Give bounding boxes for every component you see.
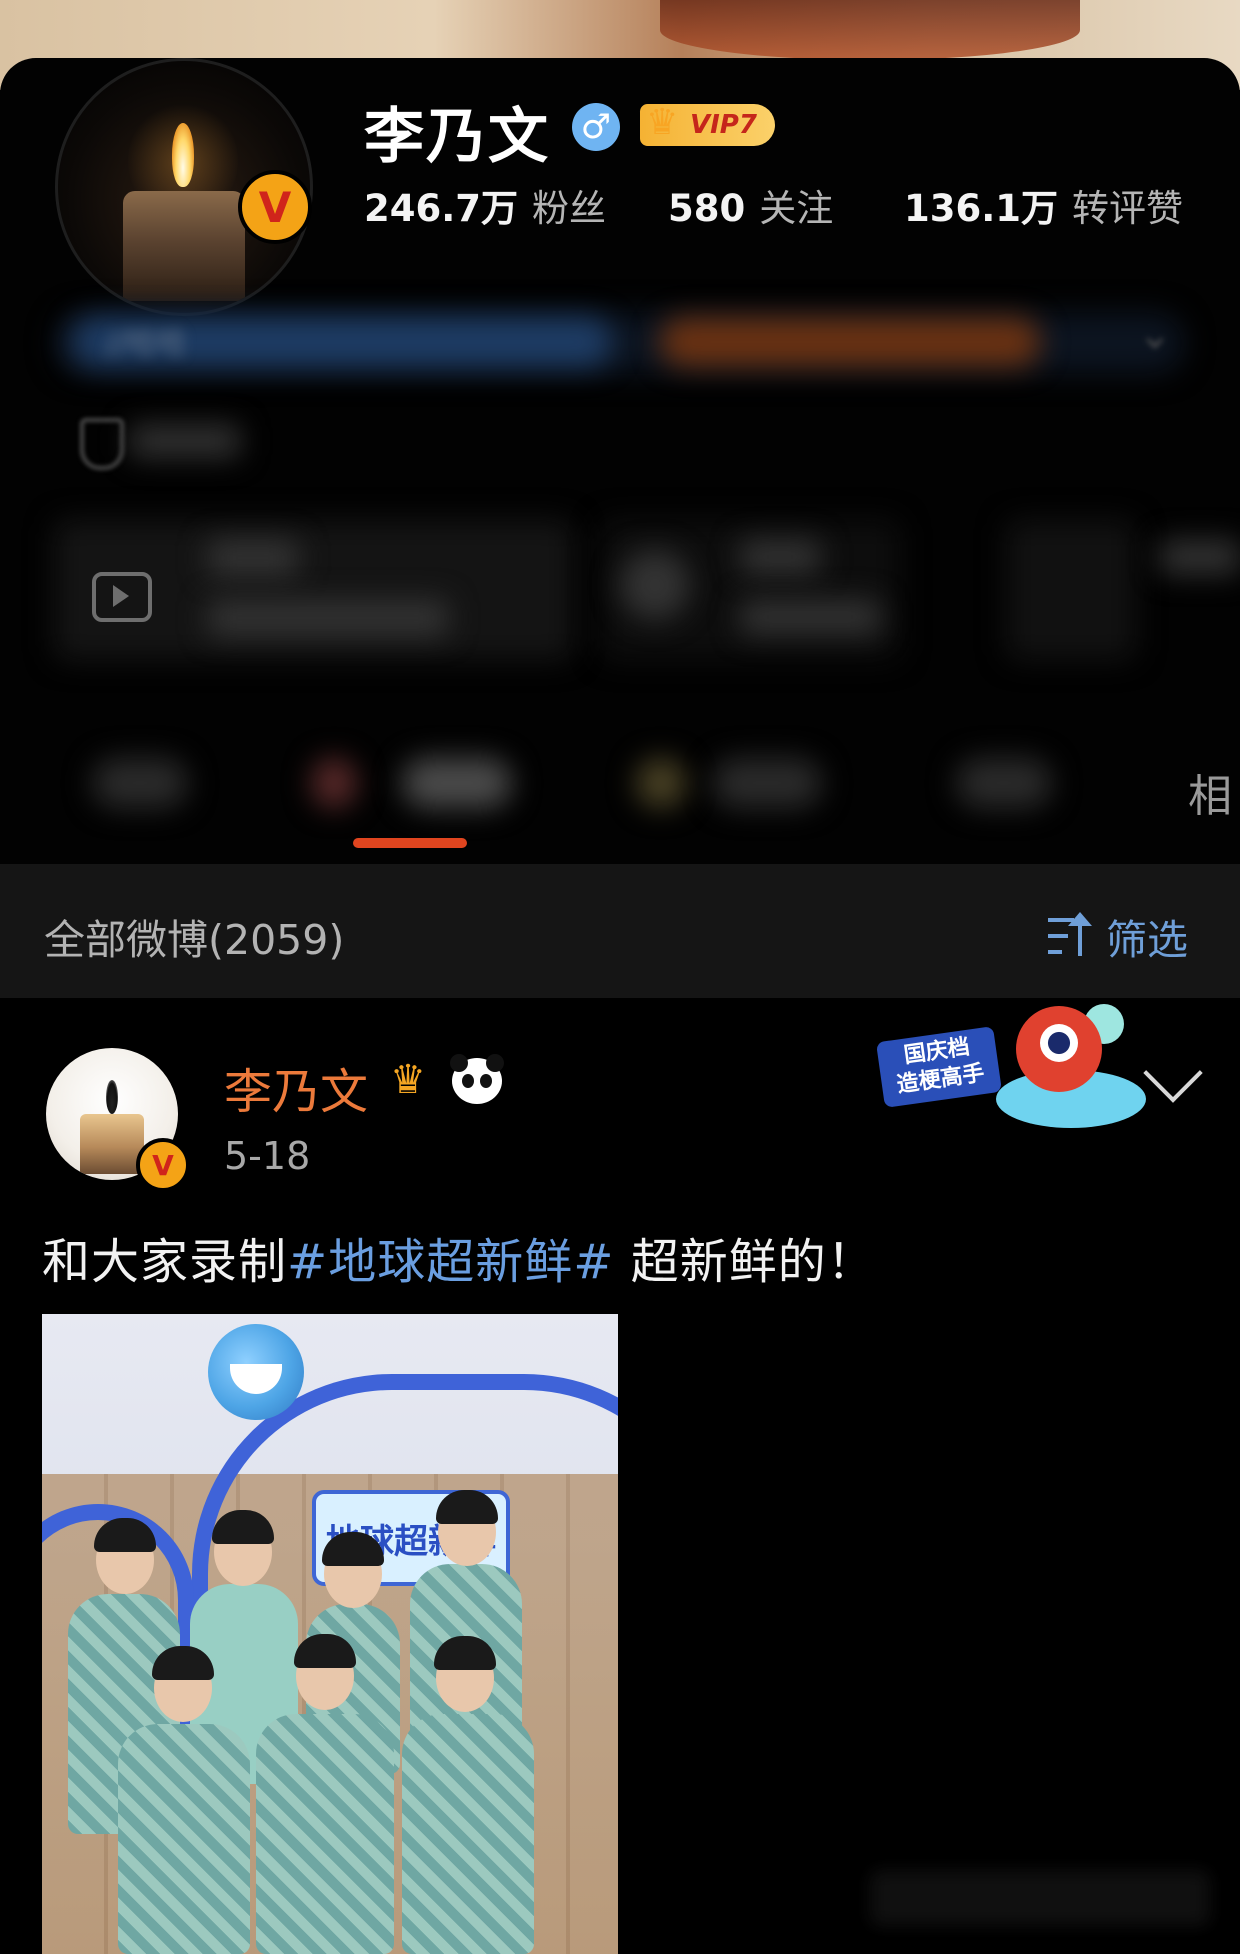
shield-icon	[80, 418, 124, 470]
stat-value: 246.7万	[364, 187, 519, 230]
media-text	[740, 600, 880, 634]
stat-value: 580	[668, 187, 746, 230]
media-text	[208, 600, 448, 636]
earth-mascot-icon	[208, 1324, 304, 1420]
bio-text: //哈哈	[106, 326, 187, 361]
media-card[interactable]	[1006, 520, 1136, 660]
holiday-sticker[interactable]: 国庆档 造梗高手	[866, 1000, 1146, 1136]
stat-interactions[interactable]: 136.1万 转评赞	[904, 178, 1183, 232]
tab-item[interactable]	[92, 758, 188, 808]
post-text-body: 超新鲜的！	[614, 1234, 876, 1290]
post-image[interactable]: 地球超新鲜	[42, 1314, 618, 1954]
filter-button[interactable]: 筛选	[1048, 906, 1188, 966]
media-text	[208, 540, 298, 576]
stat-label: 粉丝	[532, 187, 607, 230]
crown-icon: ♛	[646, 102, 679, 143]
media-text	[740, 540, 820, 574]
filter-icon	[1048, 912, 1094, 958]
profile-name: 李乃文	[364, 102, 550, 172]
tab-label[interactable]: 相	[1188, 760, 1232, 824]
tab-indicator	[353, 838, 467, 848]
verified-badge-icon: V	[136, 1138, 190, 1192]
watermark	[870, 1870, 1210, 1926]
post-text: 和大家录制#地球超新鲜# 超新鲜的！	[42, 1222, 876, 1292]
tab-icon	[636, 758, 686, 808]
posts-count: 全部微博(2059)	[44, 916, 345, 964]
filter-label: 筛选	[1106, 916, 1188, 964]
media-text	[1160, 540, 1240, 574]
sticker-label: 国庆档 造梗高手	[875, 1026, 1003, 1108]
vip-badge[interactable]: ♛ VIP7	[640, 102, 775, 146]
hashtag-link[interactable]: #地球超新鲜#	[287, 1234, 614, 1290]
badge-text	[130, 425, 240, 457]
tab-item[interactable]	[956, 758, 1052, 808]
stat-value: 136.1万	[904, 187, 1059, 230]
chevron-down-icon[interactable]: ›	[1133, 335, 1179, 351]
post-author-name[interactable]: 李乃文	[224, 1052, 368, 1122]
panda-icon	[450, 1054, 504, 1104]
chevron-down-icon[interactable]	[1143, 1043, 1203, 1103]
tab-icon	[312, 758, 356, 808]
crown-icon: ♛	[390, 1057, 426, 1103]
tab-item[interactable]	[712, 758, 822, 808]
verified-badge-icon: V	[238, 170, 312, 244]
stat-label: 关注	[759, 187, 834, 230]
tab-item[interactable]	[402, 758, 512, 808]
video-play-icon	[92, 572, 152, 622]
stat-label: 转评赞	[1072, 187, 1184, 230]
post-text-body: 和大家录制	[42, 1234, 288, 1290]
post-date: 5-18	[224, 1134, 311, 1178]
bio-tag	[660, 318, 1040, 366]
banner-decoration	[660, 0, 1080, 60]
vip-label: VIP7	[690, 110, 757, 140]
stat-following[interactable]: 580 关注	[668, 178, 833, 232]
mascot-icon	[1016, 1006, 1102, 1092]
stat-followers[interactable]: 246.7万 粉丝	[364, 178, 606, 232]
male-icon: ♂	[572, 103, 620, 151]
media-thumb	[620, 550, 690, 620]
